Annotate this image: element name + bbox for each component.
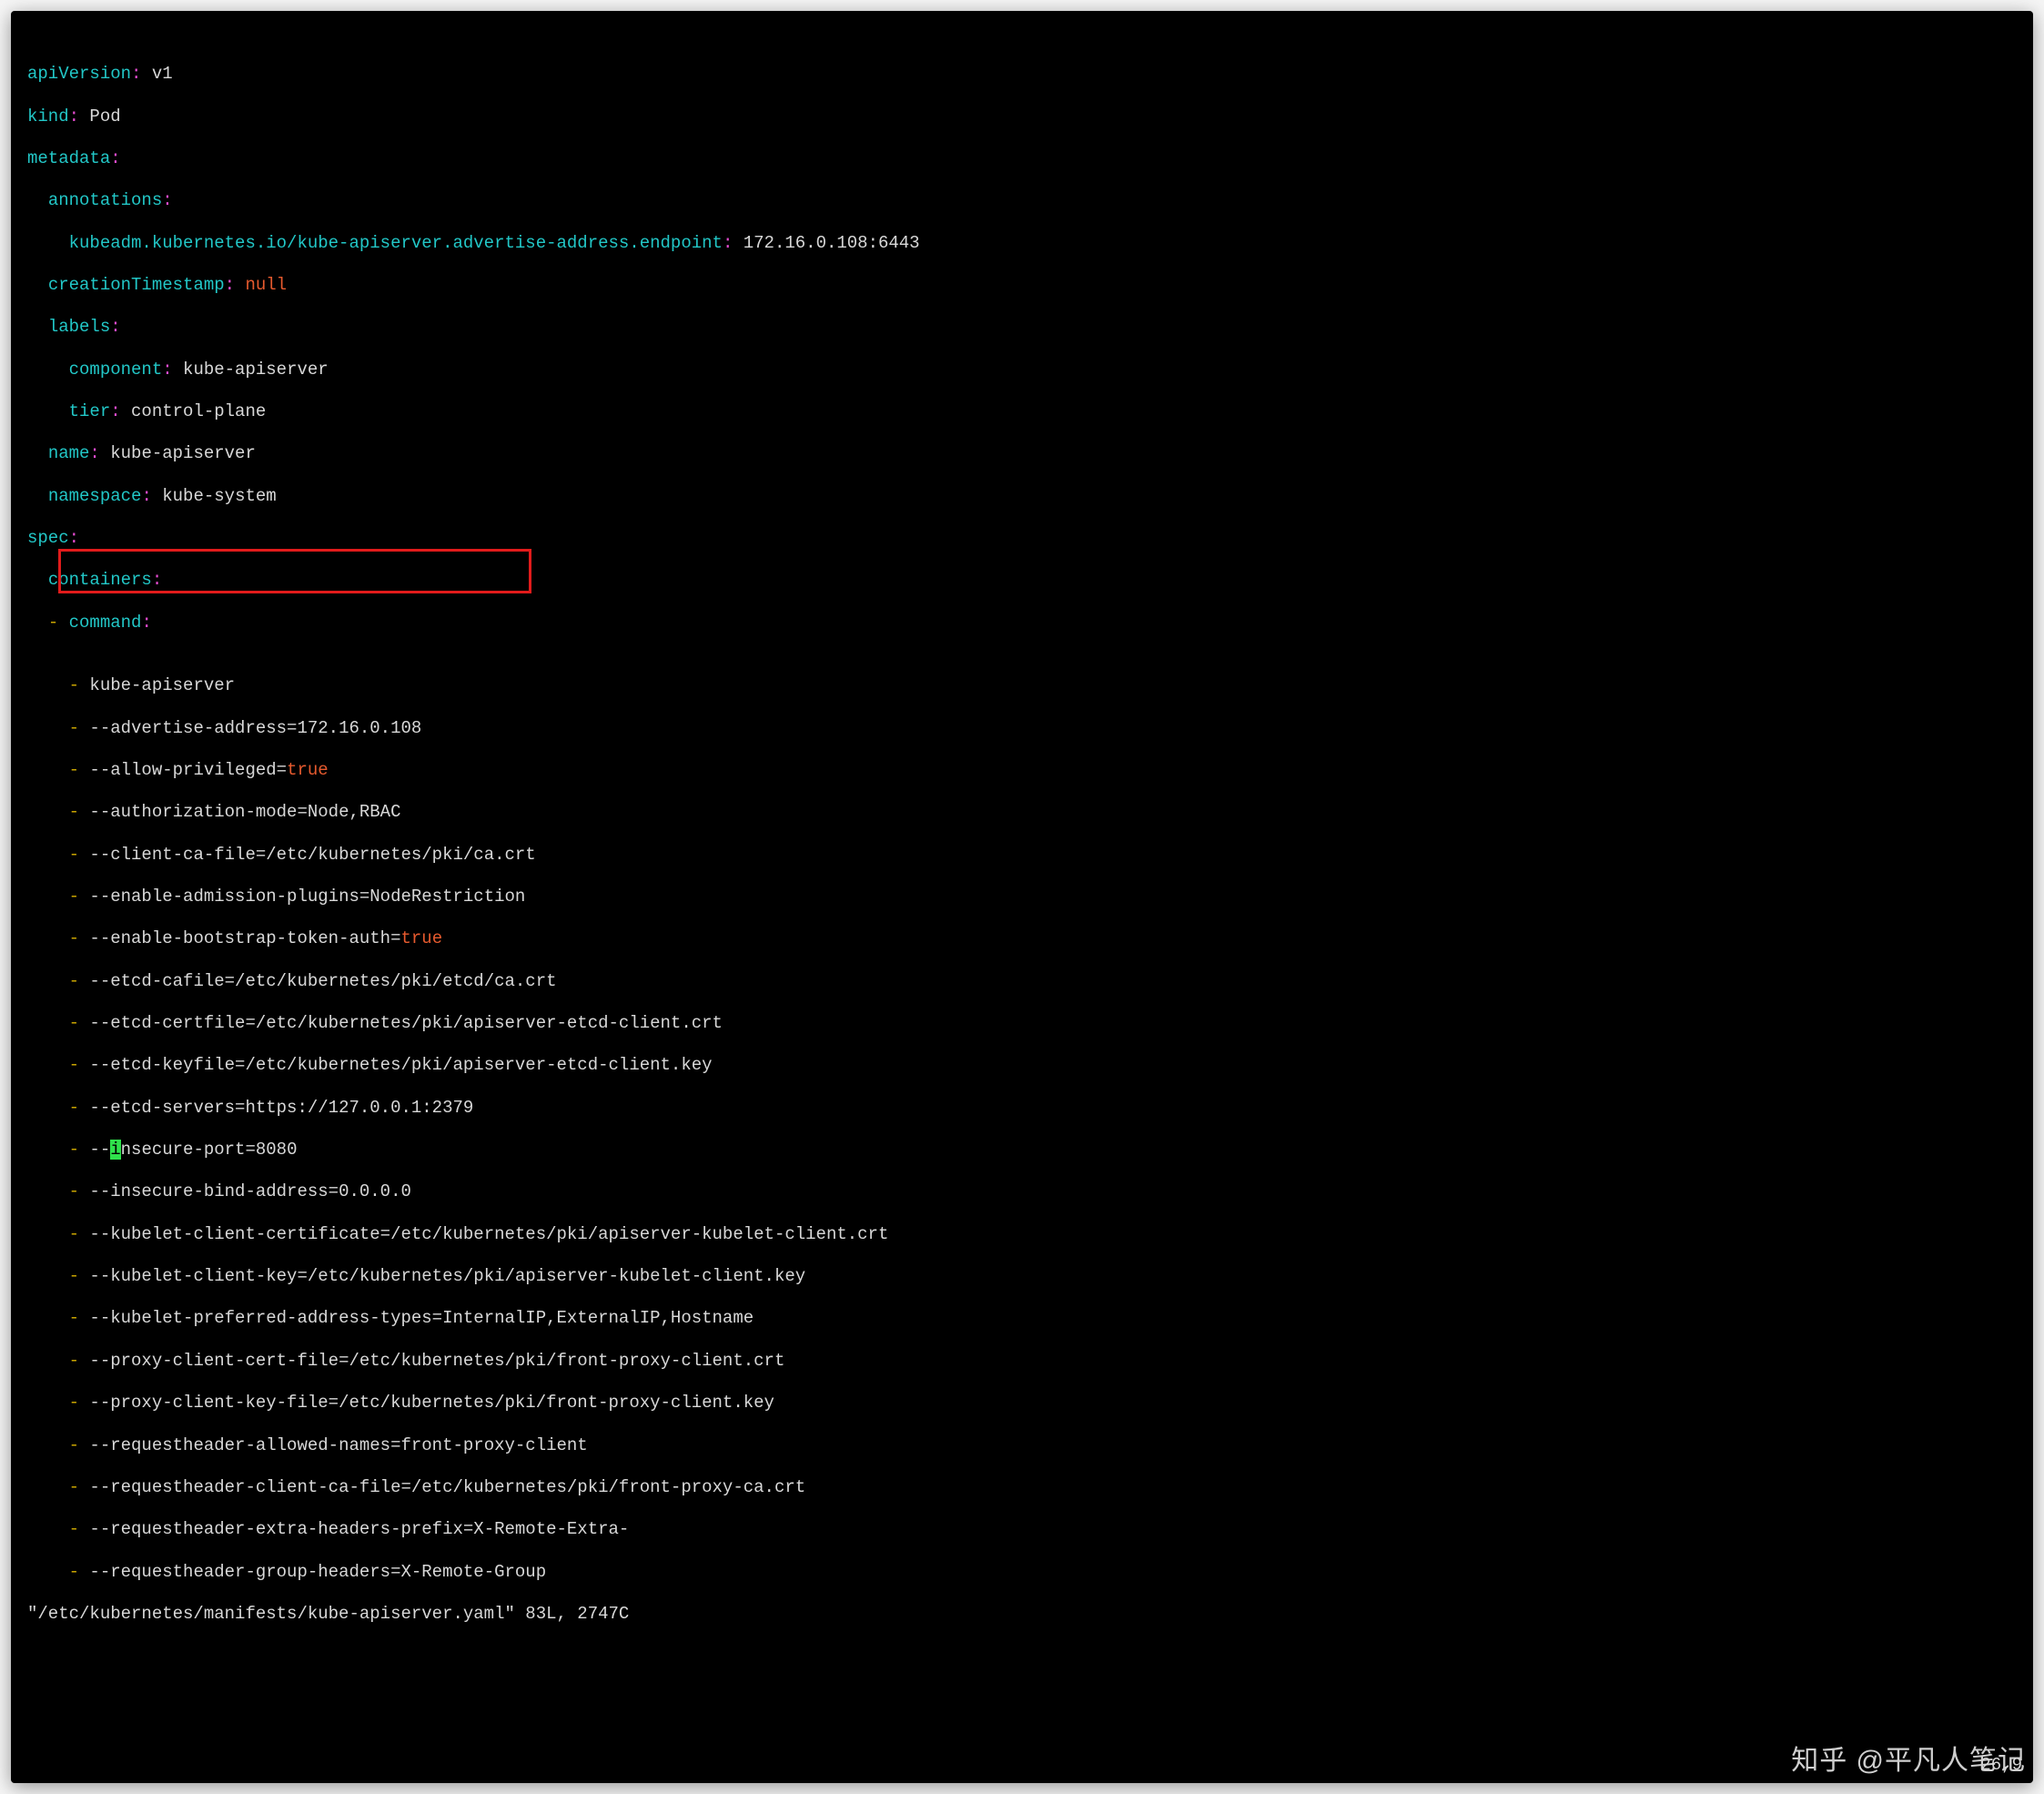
yaml-line-labels: labels: bbox=[27, 317, 2017, 338]
cmd-arg-enable-admission-plugins: - --enable-admission-plugins=NodeRestric… bbox=[27, 887, 2017, 907]
cmd-arg-proxy-client-key-file: - --proxy-client-key-file=/etc/kubernete… bbox=[27, 1393, 2017, 1414]
yaml-line-tier: tier: control-plane bbox=[27, 401, 2017, 422]
vim-status-line: "/etc/kubernetes/manifests/kube-apiserve… bbox=[27, 1604, 2017, 1625]
cmd-arg-binary: - kube-apiserver bbox=[27, 675, 2017, 696]
vim-cursor: i bbox=[110, 1140, 120, 1160]
cmd-arg-etcd-cafile: - --etcd-cafile=/etc/kubernetes/pki/etcd… bbox=[27, 971, 2017, 992]
yaml-line-name: name: kube-apiserver bbox=[27, 443, 2017, 464]
cmd-arg-enable-bootstrap-token-auth: - --enable-bootstrap-token-auth=true bbox=[27, 928, 2017, 949]
cmd-arg-requestheader-group-headers: - --requestheader-group-headers=X-Remote… bbox=[27, 1562, 2017, 1583]
cmd-arg-insecure-bind-address: - --insecure-bind-address=0.0.0.0 bbox=[27, 1181, 2017, 1202]
yaml-line-apiversion: apiVersion: v1 bbox=[27, 64, 2017, 85]
terminal-window[interactable]: apiVersion: v1 kind: Pod metadata: annot… bbox=[11, 11, 2033, 1783]
cmd-arg-authorization-mode: - --authorization-mode=Node,RBAC bbox=[27, 802, 2017, 823]
yaml-line-command: - command: bbox=[27, 613, 2017, 633]
yaml-line-metadata: metadata: bbox=[27, 148, 2017, 169]
yaml-line-kind: kind: Pod bbox=[27, 106, 2017, 127]
cmd-arg-insecure-port: - --insecure-port=8080 bbox=[27, 1140, 2017, 1161]
vim-cursor-position: 26,9 bbox=[1980, 1755, 2022, 1776]
yaml-line-containers: containers: bbox=[27, 570, 2017, 591]
yaml-line-annotations: annotations: bbox=[27, 190, 2017, 211]
cmd-arg-allow-privileged: - --allow-privileged=true bbox=[27, 760, 2017, 781]
yaml-line-namespace: namespace: kube-system bbox=[27, 486, 2017, 507]
cmd-arg-client-ca-file: - --client-ca-file=/etc/kubernetes/pki/c… bbox=[27, 845, 2017, 866]
cmd-arg-kubelet-preferred-address-types: - --kubelet-preferred-address-types=Inte… bbox=[27, 1308, 2017, 1329]
cmd-arg-etcd-keyfile: - --etcd-keyfile=/etc/kubernetes/pki/api… bbox=[27, 1055, 2017, 1076]
yaml-line-creationtimestamp: creationTimestamp: null bbox=[27, 275, 2017, 296]
cmd-arg-etcd-servers: - --etcd-servers=https://127.0.0.1:2379 bbox=[27, 1098, 2017, 1119]
cmd-arg-etcd-certfile: - --etcd-certfile=/etc/kubernetes/pki/ap… bbox=[27, 1013, 2017, 1034]
cmd-arg-requestheader-client-ca-file: - --requestheader-client-ca-file=/etc/ku… bbox=[27, 1477, 2017, 1498]
yaml-line-annotation-endpoint: kubeadm.kubernetes.io/kube-apiserver.adv… bbox=[27, 233, 2017, 254]
cmd-arg-requestheader-extra-headers-prefix: - --requestheader-extra-headers-prefix=X… bbox=[27, 1519, 2017, 1540]
cmd-arg-kubelet-client-certificate: - --kubelet-client-certificate=/etc/kube… bbox=[27, 1224, 2017, 1245]
yaml-line-component: component: kube-apiserver bbox=[27, 360, 2017, 380]
yaml-line-spec: spec: bbox=[27, 528, 2017, 549]
cmd-arg-kubelet-client-key: - --kubelet-client-key=/etc/kubernetes/p… bbox=[27, 1266, 2017, 1287]
cmd-arg-requestheader-allowed-names: - --requestheader-allowed-names=front-pr… bbox=[27, 1435, 2017, 1456]
cmd-arg-advertise-address: - --advertise-address=172.16.0.108 bbox=[27, 718, 2017, 739]
